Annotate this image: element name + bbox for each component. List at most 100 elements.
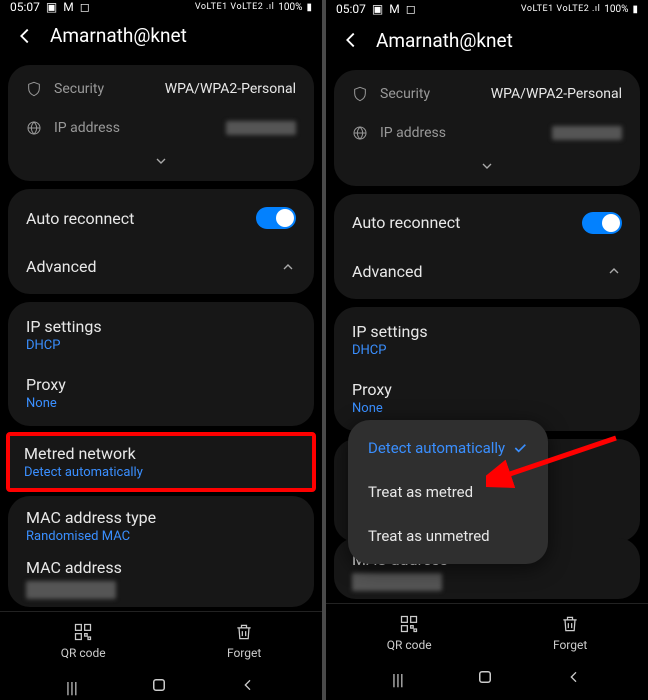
- status-bar: 05:07 ▣ M ◻ VoLTE1 VoLTE2 .ıl 100% ▮: [326, 0, 648, 19]
- mail-icon: M: [63, 0, 73, 14]
- battery-icon: ▮: [306, 2, 312, 13]
- ip-value-blurred: [552, 126, 622, 140]
- clock: 05:07: [336, 2, 366, 16]
- nav-back[interactable]: [566, 669, 582, 689]
- qr-label: QR code: [387, 638, 432, 652]
- battery-text: 100%: [604, 4, 628, 15]
- qr-icon: [73, 622, 93, 642]
- qr-code-button[interactable]: QR code: [387, 614, 432, 652]
- mac-type-row[interactable]: MAC address type Randomised MAC: [8, 500, 314, 550]
- page-title: Amarnath@knet: [376, 29, 513, 52]
- auto-reconnect-toggle[interactable]: [582, 212, 622, 234]
- clock: 05:07: [10, 0, 40, 14]
- bottom-actions: QR code Forget: [326, 603, 648, 658]
- forget-button[interactable]: Forget: [553, 614, 587, 652]
- security-value: WPA/WPA2-Personal: [491, 86, 622, 102]
- expand-toggle[interactable]: [8, 147, 314, 177]
- mac-type-label: MAC address type: [26, 508, 156, 527]
- expand-toggle[interactable]: [334, 152, 640, 182]
- network-indicators: VoLTE1 VoLTE2 .ıl: [195, 2, 274, 12]
- security-label: Security: [380, 86, 430, 102]
- metered-value: Detect automatically: [24, 465, 298, 480]
- nav-back[interactable]: [240, 677, 256, 697]
- mac-addr-row: MAC address: [8, 550, 314, 603]
- auto-reconnect-label: Auto reconnect: [352, 213, 460, 232]
- app-icon: ◻: [80, 0, 90, 14]
- ip-label: IP address: [54, 120, 120, 136]
- trash-icon: [560, 614, 580, 634]
- back-icon[interactable]: [340, 29, 362, 51]
- advanced-label: Advanced: [26, 257, 97, 276]
- phone-screen-left: 05:07 ▣ M ◻ VoLTE1 VoLTE2 .ıl 100% ▮ Ama…: [0, 0, 322, 700]
- globe-icon: [26, 120, 42, 136]
- mac-card: MAC address type Randomised MAC MAC addr…: [8, 496, 314, 607]
- connection-card: Auto reconnect Advanced: [8, 189, 314, 294]
- security-row: Security WPA/WPA2-Personal: [334, 74, 640, 114]
- popup-option-detect[interactable]: Detect automatically: [348, 426, 548, 470]
- mac-addr-blurred: [26, 581, 116, 599]
- popup-option-unmetered[interactable]: Treat as unmetred: [348, 514, 548, 558]
- chevron-down-icon: [479, 158, 495, 174]
- ip-row: IP address: [8, 109, 314, 147]
- page-header: Amarnath@knet: [0, 14, 322, 61]
- connection-card: Auto reconnect Advanced: [334, 194, 640, 299]
- nav-recents[interactable]: |||: [66, 678, 78, 697]
- battery-icon: ▮: [632, 4, 638, 15]
- check-icon: [512, 440, 528, 456]
- popup-option-metered[interactable]: Treat as metred: [348, 470, 548, 514]
- shield-icon: [26, 80, 42, 98]
- proxy-row[interactable]: Proxy None: [334, 369, 640, 427]
- metered-popup: Detect automatically Treat as metred Tre…: [348, 420, 548, 564]
- advanced-label: Advanced: [352, 262, 423, 281]
- auto-reconnect-toggle[interactable]: [256, 207, 296, 229]
- ip-proxy-card: IP settings DHCP Proxy None: [8, 302, 314, 426]
- nav-home[interactable]: [150, 676, 168, 698]
- nav-recents[interactable]: |||: [392, 670, 404, 689]
- back-icon[interactable]: [14, 25, 36, 47]
- page-header: Amarnath@knet: [326, 19, 648, 66]
- ip-settings-value: DHCP: [26, 338, 102, 353]
- network-info-card: Security WPA/WPA2-Personal IP address: [8, 65, 314, 181]
- app-icon: ◻: [406, 2, 416, 16]
- metered-label: Metred network: [24, 444, 298, 463]
- advanced-row[interactable]: Advanced: [8, 243, 314, 290]
- bottom-actions: QR code Forget: [0, 611, 322, 666]
- nav-home[interactable]: [476, 668, 494, 690]
- battery-text: 100%: [278, 2, 302, 13]
- security-value: WPA/WPA2-Personal: [165, 81, 296, 97]
- gallery-icon: ▣: [372, 2, 383, 16]
- globe-icon: [352, 125, 368, 141]
- forget-label: Forget: [227, 646, 261, 660]
- chevron-down-icon: [153, 153, 169, 169]
- security-label: Security: [54, 81, 104, 97]
- advanced-row[interactable]: Advanced: [334, 248, 640, 295]
- status-bar: 05:07 ▣ M ◻ VoLTE1 VoLTE2 .ıl 100% ▮: [0, 0, 322, 14]
- forget-button[interactable]: Forget: [227, 622, 261, 660]
- popup-option-label: Treat as unmetred: [368, 527, 490, 545]
- network-info-card: Security WPA/WPA2-Personal IP address: [334, 70, 640, 186]
- trash-icon: [234, 622, 254, 642]
- auto-reconnect-row[interactable]: Auto reconnect: [8, 193, 314, 243]
- page-title: Amarnath@knet: [50, 24, 187, 47]
- ip-settings-value: DHCP: [352, 343, 428, 358]
- qr-code-button[interactable]: QR code: [61, 622, 106, 660]
- phone-screen-right: 05:07 ▣ M ◻ VoLTE1 VoLTE2 .ıl 100% ▮ Ama…: [326, 0, 648, 700]
- ip-value-blurred: [226, 121, 296, 135]
- popup-option-label: Treat as metred: [368, 483, 473, 501]
- metered-row-highlighted[interactable]: Metred network Detect automatically: [6, 432, 316, 492]
- mac-addr-label: MAC address: [26, 558, 122, 577]
- ip-label: IP address: [380, 125, 446, 141]
- ip-settings-row[interactable]: IP settings DHCP: [334, 311, 640, 369]
- gallery-icon: ▣: [46, 0, 57, 14]
- shield-icon: [352, 85, 368, 103]
- ip-settings-label: IP settings: [26, 317, 102, 336]
- auto-reconnect-row[interactable]: Auto reconnect: [334, 198, 640, 248]
- ip-row: IP address: [334, 114, 640, 152]
- auto-reconnect-label: Auto reconnect: [26, 209, 134, 228]
- chevron-up-icon: [280, 259, 296, 275]
- nav-bar: |||: [0, 666, 322, 700]
- network-indicators: VoLTE1 VoLTE2 .ıl: [521, 4, 600, 14]
- ip-settings-label: IP settings: [352, 322, 428, 341]
- ip-settings-row[interactable]: IP settings DHCP: [8, 306, 314, 364]
- proxy-row[interactable]: Proxy None: [8, 364, 314, 422]
